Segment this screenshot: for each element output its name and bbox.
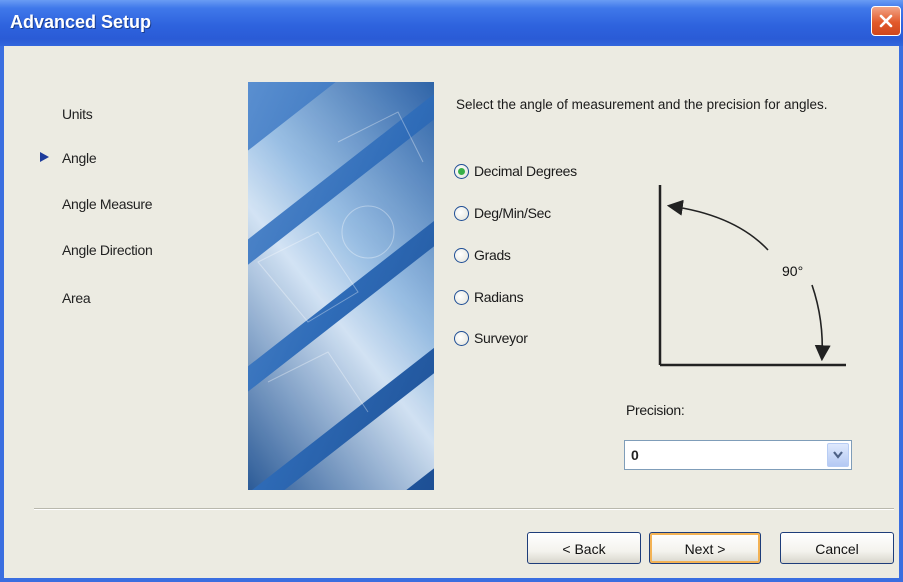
radio-button[interactable] — [454, 330, 469, 346]
radio-label: Decimal Degrees — [474, 163, 577, 179]
angle-arc-lower — [811, 284, 831, 362]
back-button[interactable]: < Back — [527, 532, 641, 564]
radio-button[interactable] — [454, 247, 469, 263]
step-area: Area — [62, 290, 91, 306]
separator — [34, 508, 894, 510]
step-angle-measure: Angle Measure — [62, 196, 153, 212]
radio-deg-min-sec[interactable]: Deg/Min/Sec — [454, 202, 551, 224]
radio-button-checked[interactable] — [454, 163, 469, 179]
instruction-text: Select the angle of measurement and the … — [456, 97, 828, 112]
radio-button[interactable] — [454, 205, 469, 221]
advanced-setup-dialog: Advanced Setup Units Angle Angle Measure… — [0, 0, 903, 582]
cancel-button[interactable]: Cancel — [780, 532, 894, 564]
radio-label: Radians — [474, 289, 524, 305]
radio-surveyor[interactable]: Surveyor — [454, 327, 528, 349]
next-button[interactable]: Next > — [649, 532, 761, 564]
precision-value: 0 — [631, 447, 639, 463]
precision-label: Precision: — [626, 402, 685, 418]
close-icon — [879, 14, 893, 28]
angle-arc-upper — [666, 199, 769, 251]
dropdown-arrow-button[interactable] — [827, 443, 849, 467]
chevron-down-icon — [833, 451, 843, 459]
radio-grads[interactable]: Grads — [454, 244, 511, 266]
step-units: Units — [62, 106, 93, 122]
blueprint-banner-image — [248, 82, 434, 490]
current-step-arrow-icon — [40, 152, 49, 162]
radio-label: Surveyor — [474, 330, 528, 346]
precision-dropdown[interactable]: 0 — [624, 440, 852, 470]
window-title: Advanced Setup — [10, 12, 152, 32]
title-bar[interactable]: Advanced Setup — [0, 0, 903, 46]
angle-diagram: 90° — [658, 185, 846, 367]
step-angle: Angle — [62, 150, 97, 166]
radio-label: Deg/Min/Sec — [474, 205, 551, 221]
radio-label: Grads — [474, 247, 511, 263]
radio-button[interactable] — [454, 289, 469, 305]
radio-decimal-degrees[interactable]: Decimal Degrees — [454, 160, 577, 182]
step-angle-direction: Angle Direction — [62, 242, 153, 258]
close-button[interactable] — [871, 6, 901, 36]
angle-label: 90° — [782, 263, 803, 279]
radio-radians[interactable]: Radians — [454, 286, 524, 308]
